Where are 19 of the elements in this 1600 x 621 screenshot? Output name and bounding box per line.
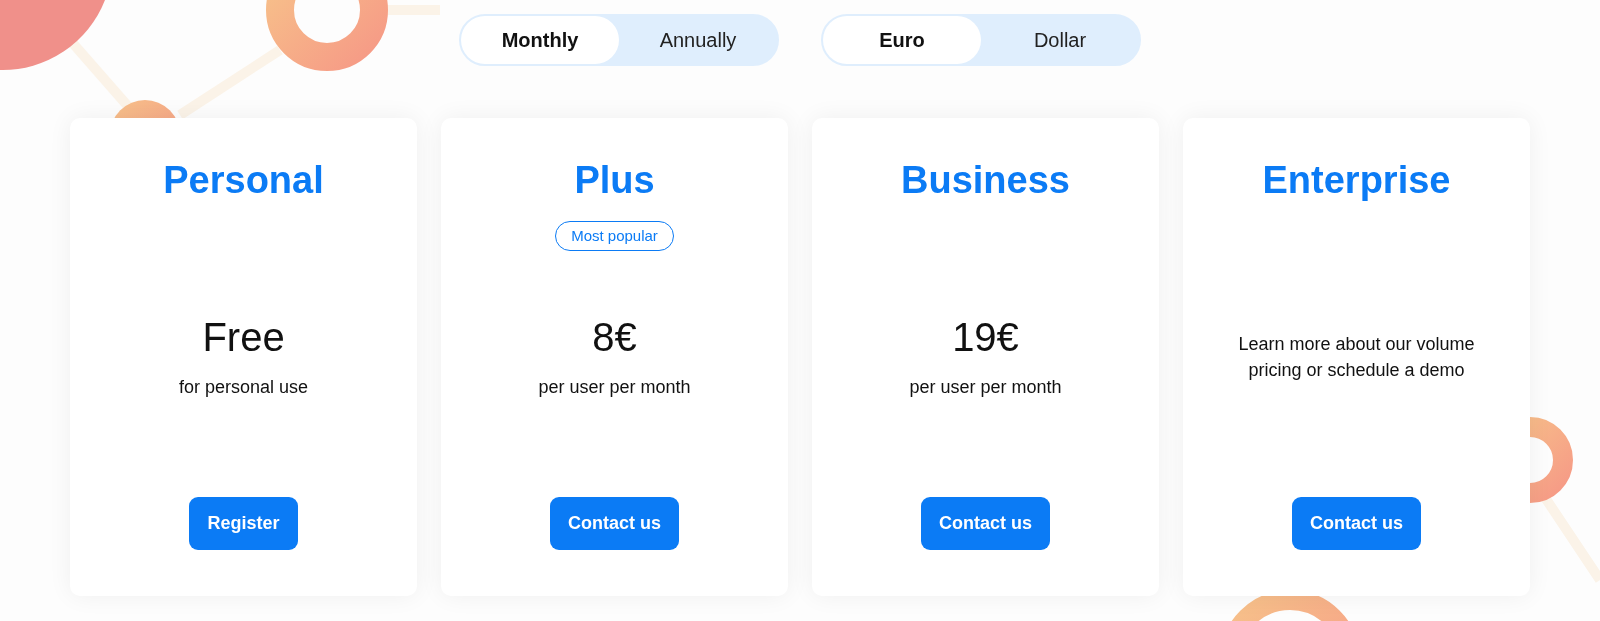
plan-name: Plus [574,158,655,203]
toggle-option[interactable]: Euro [823,16,981,64]
contact-button[interactable]: Contact us [1292,497,1421,550]
contact-button[interactable]: Contact us [550,497,679,550]
plan-name: Personal [163,158,324,203]
contact-button[interactable]: Contact us [921,497,1050,550]
plan-price: 8€ [592,314,637,361]
contact-button[interactable]: Register [189,497,298,550]
toggle-option[interactable]: Monthly [461,16,619,64]
plan-price: 19€ [952,314,1019,361]
toggle-option[interactable]: Annually [619,16,777,64]
plan-name: Enterprise [1262,158,1451,203]
plan-description: Learn more about our volume pricing or schedule a demo [1237,333,1476,382]
plan-description: per user per month [909,376,1062,399]
plan-description: per user per month [538,376,691,399]
plan-description: for personal use [178,376,309,399]
plan-price: Free [202,314,285,361]
plan-name: Business [901,158,1070,203]
toggle-option[interactable]: Dollar [981,16,1139,64]
